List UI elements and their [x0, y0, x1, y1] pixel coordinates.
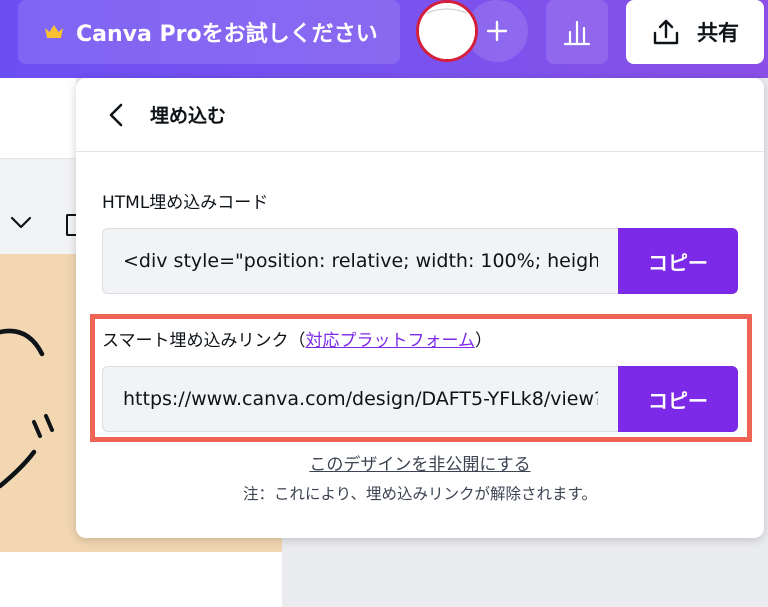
editor-toolbar — [0, 158, 76, 254]
try-canva-pro-button[interactable]: Canva Proをお試しください — [18, 0, 400, 64]
editor-background — [0, 78, 76, 158]
insights-button[interactable] — [546, 0, 608, 64]
html-embed-code-row: コピー — [102, 228, 738, 294]
embed-panel: 埋め込む HTML埋め込みコード コピー スマート埋め込みリンク（対応プラットフ… — [76, 78, 764, 538]
upload-icon — [653, 19, 679, 45]
chevron-down-icon[interactable] — [8, 212, 34, 232]
panel-title: 埋め込む — [150, 105, 227, 127]
smart-embed-link-input[interactable] — [102, 366, 618, 432]
top-bar: Canva Proをお試しください 共有 — [0, 0, 768, 78]
panel-header: 埋め込む — [76, 78, 764, 152]
smart-embed-link-label-close: ） — [475, 331, 492, 351]
html-embed-code-input[interactable] — [102, 228, 618, 294]
back-button[interactable] — [102, 101, 130, 129]
back-chevron-icon — [109, 103, 123, 126]
user-avatar[interactable] — [416, 0, 478, 62]
bar-chart-icon — [563, 20, 591, 46]
copy-smart-link-button[interactable]: コピー — [618, 366, 738, 432]
avatar-image — [419, 3, 475, 59]
smart-embed-link-row: コピー — [102, 366, 738, 432]
copy-html-code-button[interactable]: コピー — [618, 228, 738, 294]
try-canva-pro-label: Canva Proをお試しください — [76, 22, 378, 47]
plus-icon — [486, 20, 508, 42]
crown-icon — [45, 25, 63, 38]
smart-embed-link-label-text: スマート埋め込みリンク（ — [102, 331, 306, 351]
smart-embed-link-label: スマート埋め込みリンク（対応プラットフォーム） — [102, 326, 492, 351]
share-label: 共有 — [697, 21, 739, 45]
html-embed-code-label: HTML埋め込みコード — [102, 193, 269, 213]
toolbar-tool-icon[interactable] — [66, 214, 76, 236]
unpublish-design-link[interactable]: このデザインを非公開にする — [76, 450, 764, 475]
supported-platforms-link[interactable]: 対応プラットフォーム — [306, 331, 476, 351]
unpublish-note: 注：これにより、埋め込みリンクが解除されます。 — [242, 485, 598, 503]
editor-background-bottom — [0, 552, 282, 607]
share-button[interactable]: 共有 — [626, 0, 764, 64]
